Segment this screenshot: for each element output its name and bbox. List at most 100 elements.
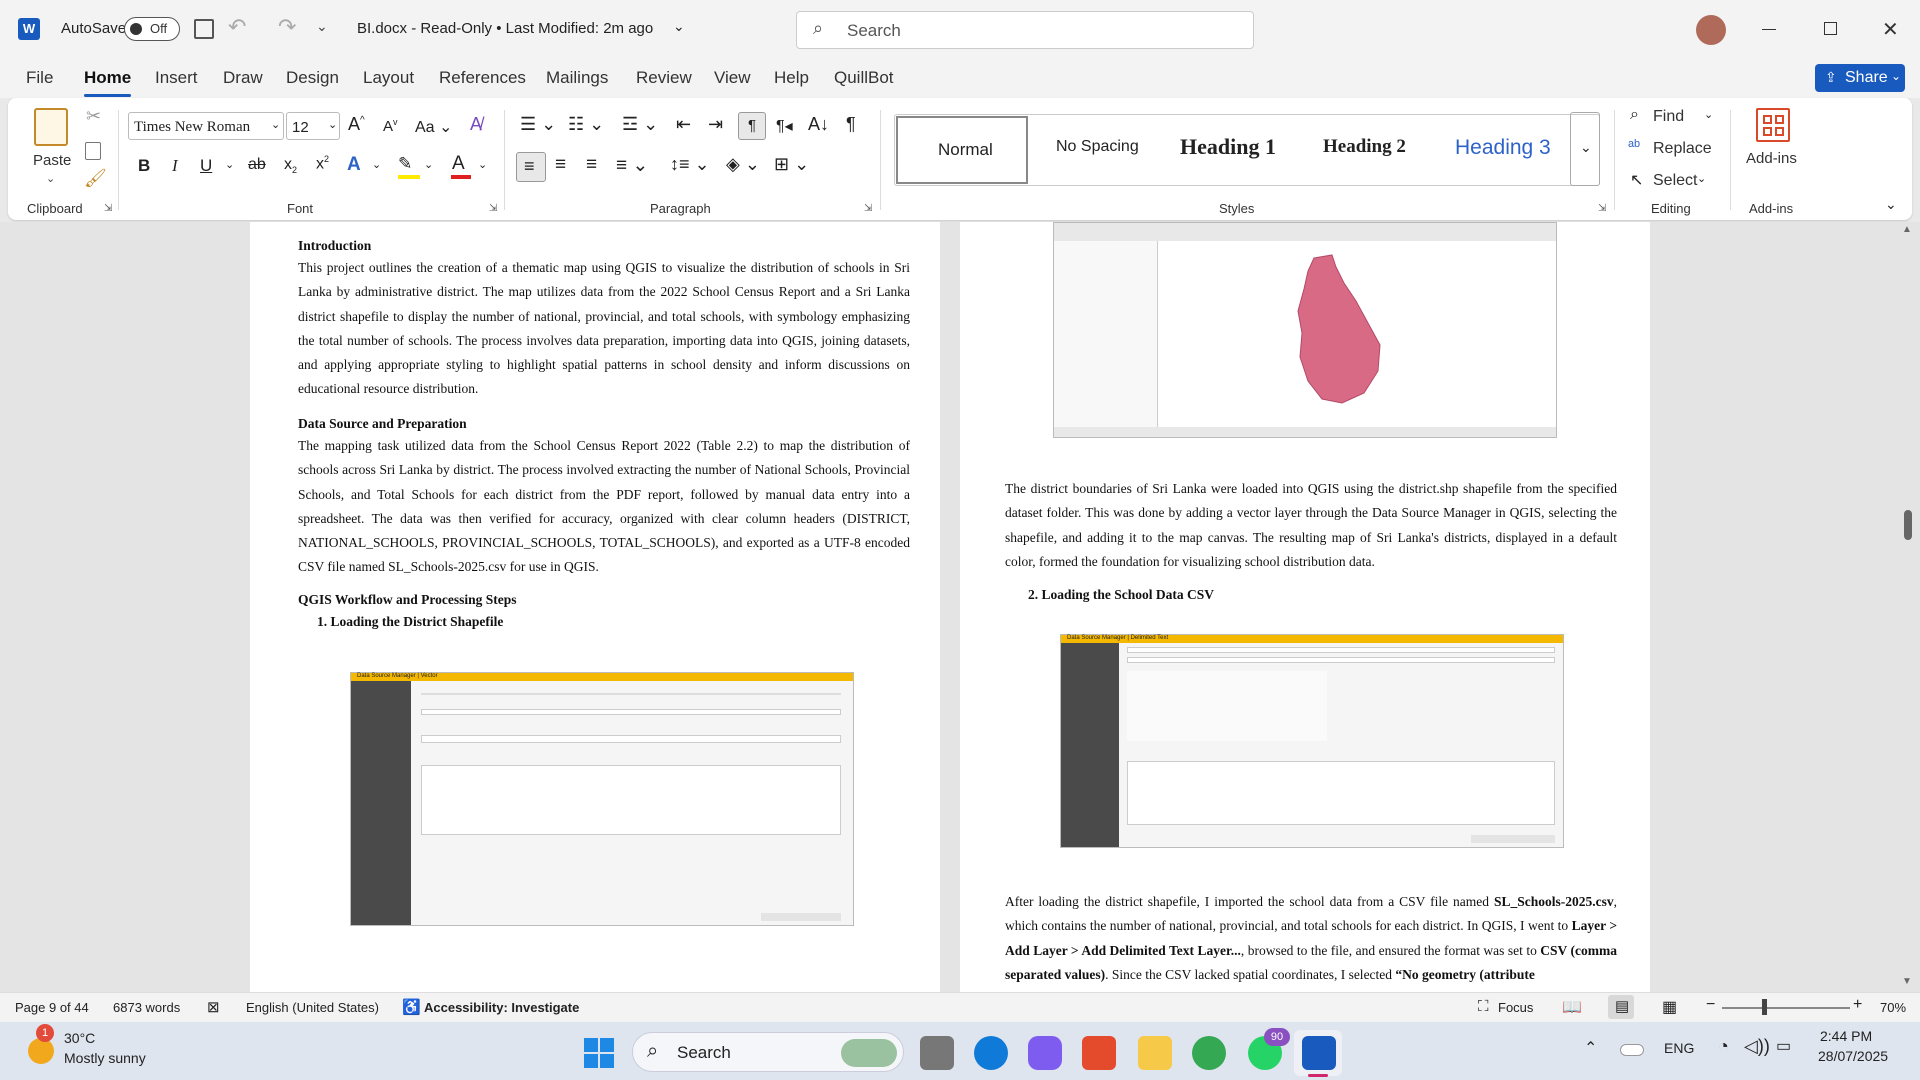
ltr-icon[interactable]: ¶ [738,112,766,140]
proofing-icon[interactable]: ⊠ [207,998,220,1016]
tab-view[interactable]: View [714,68,751,88]
subscript-icon[interactable]: x2 [284,156,297,175]
font-size-box[interactable]: 12 ⌄ [286,112,340,140]
weather-desc[interactable]: Mostly sunny [64,1050,146,1066]
web-layout-icon[interactable]: ▦ [1662,997,1677,1017]
underline-dropdown-icon[interactable]: ⌄ [225,158,234,171]
title-chevron-icon[interactable]: ⌄ [673,18,685,35]
copilot-icon[interactable] [1028,1036,1062,1070]
style-no-spacing[interactable]: No Spacing [1056,138,1139,156]
tab-draw[interactable]: Draw [223,68,263,88]
page-count[interactable]: Page 9 of 44 [15,1000,89,1015]
bold-icon[interactable]: B [138,156,150,176]
tab-quillbot[interactable]: QuillBot [834,68,894,88]
store-icon[interactable] [1082,1036,1116,1070]
font-color-icon[interactable]: A [452,153,465,175]
select-icon[interactable]: ↖ [1630,170,1643,190]
replace-button[interactable]: Replace [1653,140,1712,158]
weather-temp[interactable]: 30°C [64,1030,95,1046]
increase-indent-icon[interactable]: ⇥ [708,114,723,135]
find-button[interactable]: Find [1653,108,1684,126]
style-heading-2[interactable]: Heading 2 [1323,136,1406,158]
start-icon[interactable] [584,1038,614,1068]
share-button[interactable]: ⇪ Share ⌄ [1815,64,1905,92]
italic-icon[interactable]: I [172,156,178,176]
grow-font-icon[interactable]: A^ [348,114,365,135]
format-painter-icon[interactable]: 🖌 [84,168,107,189]
word-count[interactable]: 6873 words [113,1000,180,1015]
tab-insert[interactable]: Insert [155,68,198,88]
multilevel-list-icon[interactable]: ☲ ⌄ [622,114,658,135]
zoom-in-icon[interactable]: + [1853,996,1862,1014]
align-center-icon[interactable]: ≡ [555,154,566,176]
chrome-icon[interactable] [1192,1036,1226,1070]
collapse-ribbon-icon[interactable]: ⌄ [1885,196,1897,213]
autosave-toggle[interactable]: Off [124,17,180,41]
tab-references[interactable]: References [439,68,526,88]
align-left-icon[interactable]: ≡ [516,152,546,182]
select-dropdown-icon[interactable]: ⌄ [1697,172,1706,185]
styles-launcher-icon[interactable]: ⇲ [1598,203,1606,214]
replace-icon[interactable]: ᵃᵇ [1628,138,1640,156]
tab-layout[interactable]: Layout [363,68,414,88]
show-marks-icon[interactable]: ¶ [846,114,856,135]
scroll-up-icon[interactable]: ▲ [1902,224,1912,235]
volume-icon[interactable]: ◁)) [1744,1036,1770,1057]
taskbar-search[interactable]: ⌕ Search [632,1032,904,1072]
clear-formatting-icon[interactable]: A̸ [470,114,482,135]
clock-time[interactable]: 2:44 PM [1820,1028,1872,1044]
read-mode-icon[interactable]: 📖 [1562,997,1582,1017]
borders-icon[interactable]: ⊞ ⌄ [774,154,809,175]
superscript-icon[interactable]: x2 [316,154,329,173]
style-heading-1[interactable]: Heading 1 [1180,134,1276,160]
decrease-indent-icon[interactable]: ⇤ [676,114,691,135]
battery-icon[interactable]: ▭ [1776,1036,1791,1056]
focus-button[interactable]: Focus [1498,1000,1533,1015]
add-ins-button[interactable]: Add-ins [1746,150,1797,167]
rtl-icon[interactable]: ¶◂ [776,116,793,136]
tab-file[interactable]: File [26,68,53,88]
cut-icon[interactable]: ✂ [86,106,101,127]
page-left[interactable]: Introduction This project outlines the c… [250,222,940,992]
tab-review[interactable]: Review [636,68,692,88]
paste-icon[interactable] [34,108,68,146]
change-case-icon[interactable]: Aa ⌄ [415,117,452,137]
strikethrough-icon[interactable]: ab [248,156,266,174]
bullets-icon[interactable]: ☰ ⌄ [520,114,556,135]
font-launcher-icon[interactable]: ⇲ [489,203,497,214]
clock-date[interactable]: 28/07/2025 [1818,1048,1888,1064]
find-dropdown-icon[interactable]: ⌄ [1704,108,1713,121]
styles-more-button[interactable]: ⌄ [1570,112,1600,186]
highlight-icon[interactable]: ✎ [398,154,412,174]
language-status[interactable]: English (United States) [246,1000,379,1015]
avatar[interactable] [1696,15,1726,45]
accessibility-status[interactable]: Accessibility: Investigate [424,1000,579,1015]
customize-toolbar-icon[interactable]: ⌄ [316,18,328,35]
numbering-icon[interactable]: ☷ ⌄ [568,114,604,135]
paragraph-launcher-icon[interactable]: ⇲ [864,203,872,214]
search-box[interactable]: ⌕ Search [796,11,1254,49]
align-right-icon[interactable]: ≡ [586,154,597,176]
scroll-down-icon[interactable]: ▼ [1902,976,1912,987]
text-effects-dropdown-icon[interactable]: ⌄ [372,158,381,171]
task-view-icon[interactable] [920,1036,954,1070]
paste-dropdown-icon[interactable]: ⌄ [46,172,55,185]
document-title[interactable]: BI.docx - Read-Only • Last Modified: 2m … [357,20,653,37]
weather-icon[interactable] [28,1038,54,1064]
font-color-dropdown-icon[interactable]: ⌄ [478,158,487,171]
sort-icon[interactable]: A↓ [808,114,829,135]
highlight-dropdown-icon[interactable]: ⌄ [424,158,433,171]
wifi-icon[interactable]: ◔ [1718,1036,1729,1057]
line-spacing-icon[interactable]: ↕≡ ⌄ [670,154,710,175]
save-icon[interactable] [194,19,214,39]
word-taskbar-icon[interactable] [1302,1036,1336,1070]
undo-icon[interactable]: ↶ [228,14,246,40]
restore-icon[interactable] [1824,22,1837,35]
close-icon[interactable]: ✕ [1882,17,1899,42]
tab-home[interactable]: Home [84,68,132,97]
zoom-slider[interactable] [1722,1007,1850,1009]
tab-mailings[interactable]: Mailings [546,68,608,88]
language-indicator[interactable]: ENG [1664,1040,1694,1056]
add-ins-icon[interactable] [1756,108,1790,142]
zoom-out-icon[interactable]: − [1706,996,1715,1014]
